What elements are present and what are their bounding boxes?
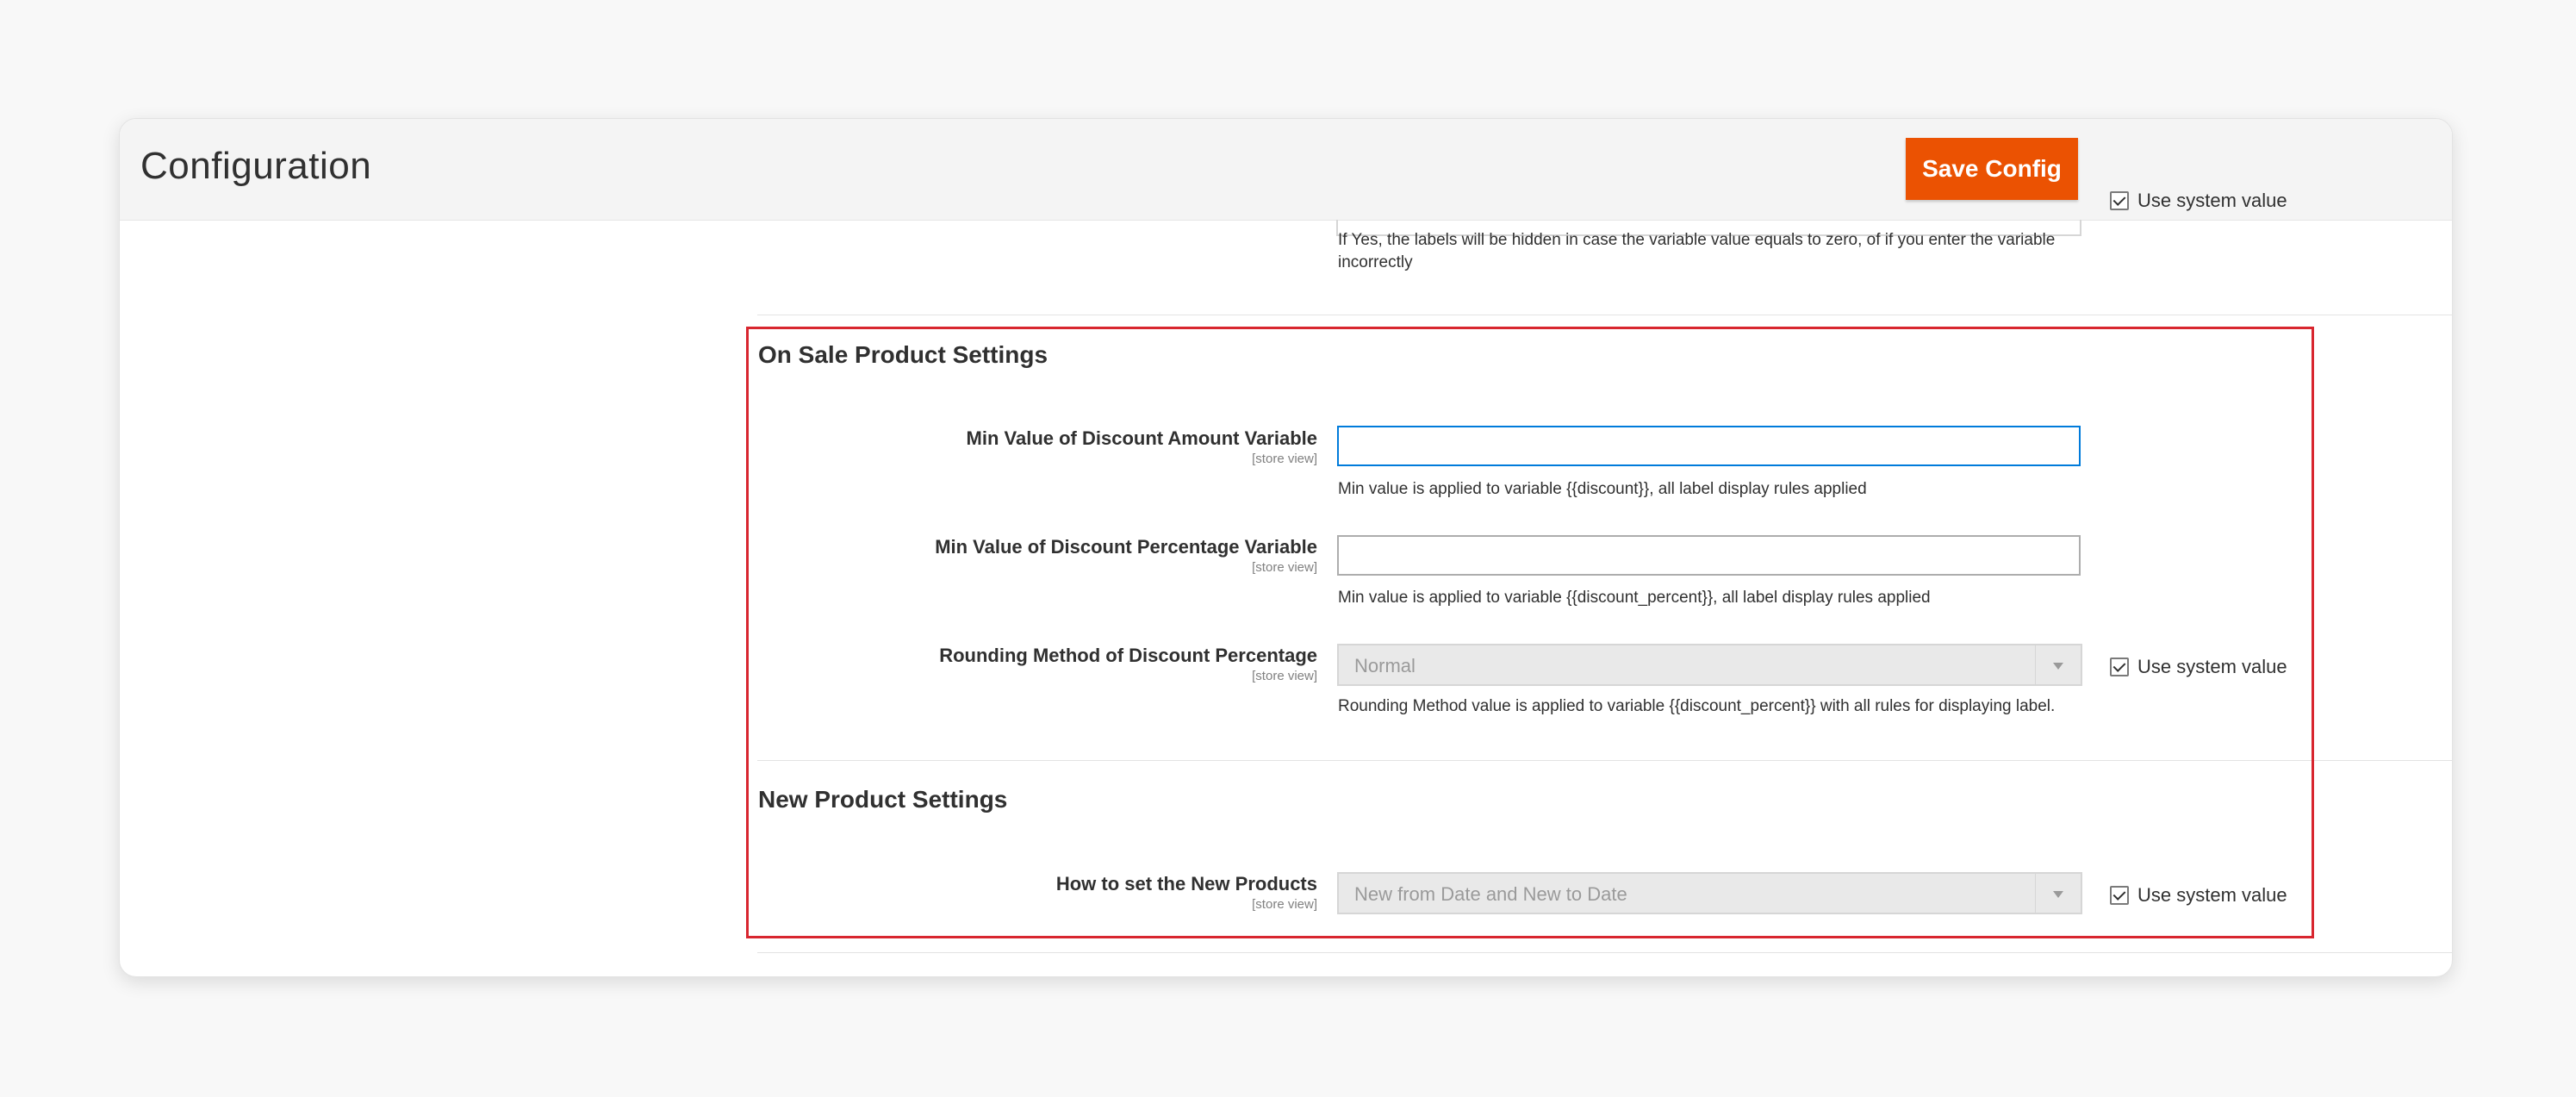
checkbox-checked-icon[interactable]	[2110, 191, 2129, 210]
page-title: Configuration	[140, 145, 372, 187]
configuration-panel: Configuration Save Config Use system val…	[119, 118, 2453, 977]
save-config-button[interactable]: Save Config	[1906, 138, 2078, 200]
highlight-annotation-box	[746, 327, 2314, 938]
section-divider	[757, 952, 2452, 953]
use-system-value-checkbox-top[interactable]: Use system value	[2110, 190, 2287, 212]
page-header: Configuration Save Config	[120, 119, 2452, 221]
use-system-value-label: Use system value	[2137, 190, 2287, 211]
field-hint-top: If Yes, the labels will be hidden in cas…	[1338, 231, 2056, 271]
